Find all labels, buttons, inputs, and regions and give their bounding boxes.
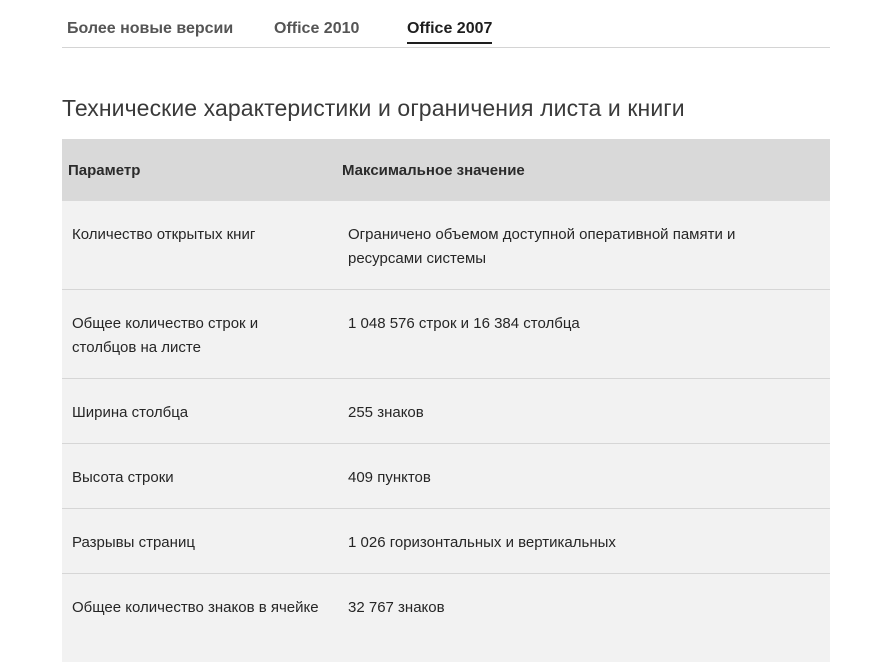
value-cell: 1 026 горизонтальных и вертикальных xyxy=(342,509,830,574)
value-cell: 32 767 знаков xyxy=(342,574,830,662)
column-header-max-value: Максимальное значение xyxy=(342,139,830,201)
table-row: Общее количество строк и столбцов на лис… xyxy=(62,290,830,379)
param-cell: Высота строки xyxy=(62,444,342,509)
value-cell: 1 048 576 строк и 16 384 столбца xyxy=(342,290,830,379)
specs-table: Параметр Максимальное значение Количеств… xyxy=(62,139,830,662)
tab-office-2007[interactable]: Office 2007 xyxy=(407,20,492,42)
value-cell: 255 знаков xyxy=(342,379,830,444)
column-header-parameter: Параметр xyxy=(62,139,342,201)
param-cell: Количество открытых книг xyxy=(62,201,342,290)
param-cell: Разрывы страниц xyxy=(62,509,342,574)
table-row: Количество открытых книг Ограничено объе… xyxy=(62,201,830,290)
table-row: Высота строки 409 пунктов xyxy=(62,444,830,509)
table-row: Общее количество знаков в ячейке 32 767 … xyxy=(62,574,830,662)
table-row: Разрывы страниц 1 026 горизонтальных и в… xyxy=(62,509,830,574)
version-tabs: Более новые версии Office 2010 Office 20… xyxy=(62,0,830,48)
tab-office-2010[interactable]: Office 2010 xyxy=(274,20,359,42)
value-cell: 409 пунктов xyxy=(342,444,830,509)
param-cell: Общее количество строк и столбцов на лис… xyxy=(62,290,342,379)
param-cell: Ширина столбца xyxy=(62,379,342,444)
param-cell: Общее количество знаков в ячейке xyxy=(62,574,342,662)
value-cell: Ограничено объемом доступной оперативной… xyxy=(342,201,830,290)
section-heading: Технические характеристики и ограничения… xyxy=(62,95,685,122)
page-content: Более новые версии Office 2010 Office 20… xyxy=(62,0,830,48)
table-header-row: Параметр Максимальное значение xyxy=(62,139,830,201)
tab-newer-versions[interactable]: Более новые версии xyxy=(67,20,233,42)
table-row: Ширина столбца 255 знаков xyxy=(62,379,830,444)
